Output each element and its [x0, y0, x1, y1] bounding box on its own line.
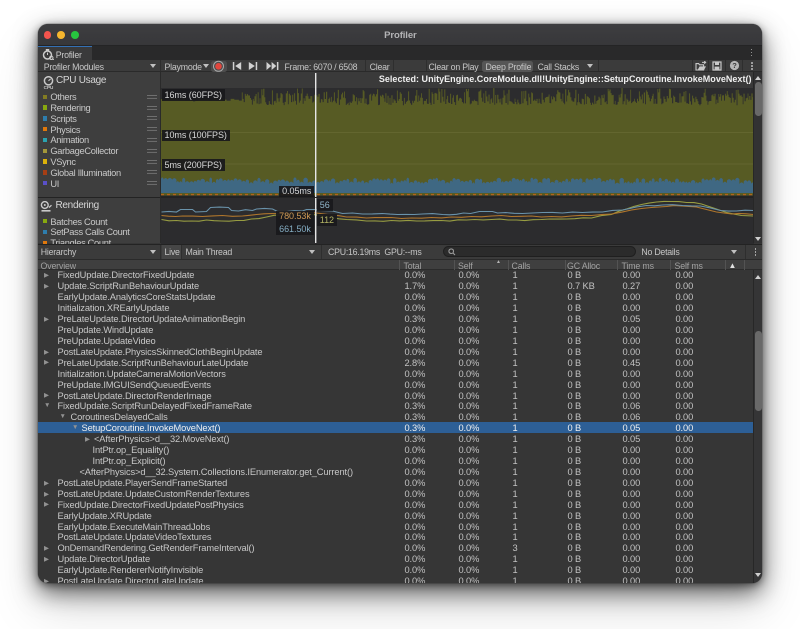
svg-text:CPU: CPU [43, 85, 53, 90]
svg-text:?: ? [732, 62, 737, 71]
